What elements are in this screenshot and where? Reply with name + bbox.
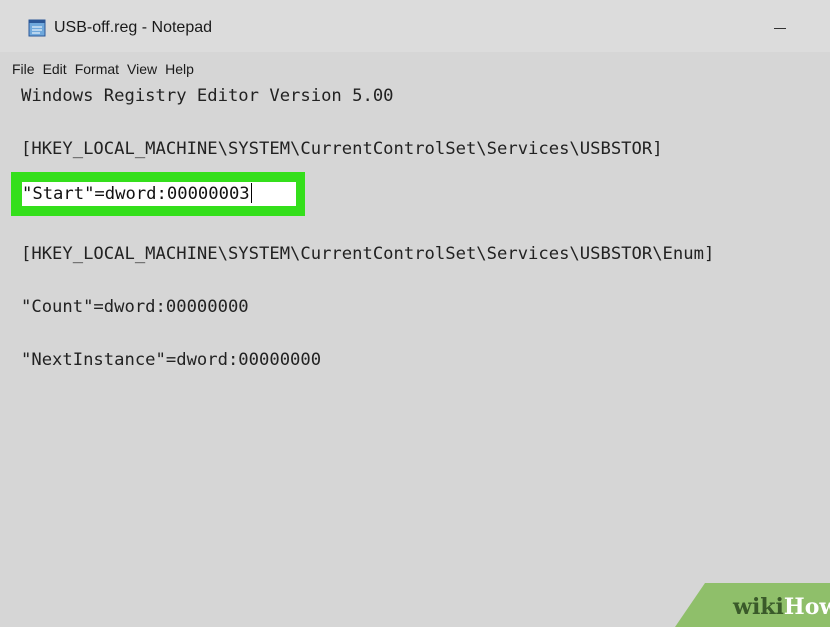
notepad-window: USB-off.reg - Notepad File Edit Format V… [0,0,830,627]
menu-bar: File Edit Format View Help [0,56,830,82]
menu-file[interactable]: File [11,59,36,79]
window-title: USB-off.reg - Notepad [54,19,213,36]
start-value-text: "Start"=dword:00000003 [22,184,250,204]
text-editor[interactable]: Windows Registry Editor Version 5.00 [HK… [11,82,830,627]
menu-help[interactable]: Help [164,59,195,79]
text-line-nextinstance: "NextInstance"=dword:00000000 [21,350,322,370]
menu-view[interactable]: View [126,59,158,79]
text-line-start-value: "Start"=dword:00000003 [22,182,252,206]
wikihow-logo-text: wikiHow [732,594,830,620]
text-line-key-usbstor: [HKEY_LOCAL_MACHINE\SYSTEM\CurrentContro… [21,139,663,159]
text-line-header: Windows Registry Editor Version 5.00 [21,86,394,106]
wikihow-watermark: wikiHow [675,583,830,627]
menu-edit[interactable]: Edit [42,59,68,79]
text-line-count: "Count"=dword:00000000 [21,297,249,317]
notepad-icon [27,18,47,38]
highlight-callout: "Start"=dword:00000003 [11,172,305,216]
minimize-icon [774,27,786,29]
text-line-key-enum: [HKEY_LOCAL_MACHINE\SYSTEM\CurrentContro… [21,244,715,264]
text-cursor [250,183,252,203]
minimize-button[interactable] [760,14,800,42]
title-bar[interactable]: USB-off.reg - Notepad [0,0,830,52]
menu-format[interactable]: Format [74,59,120,79]
